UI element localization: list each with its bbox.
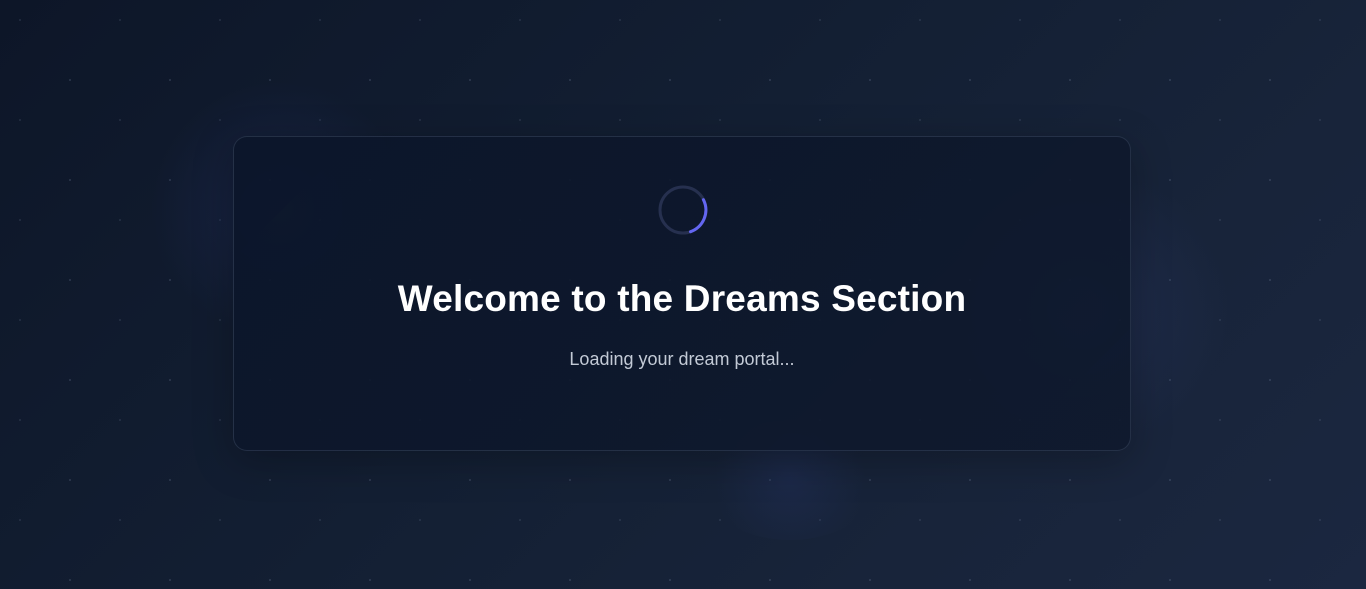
- loading-card: Welcome to the Dreams Section Loading yo…: [233, 136, 1131, 451]
- page-title: Welcome to the Dreams Section: [397, 278, 967, 319]
- loading-status-text: Loading your dream portal...: [569, 349, 795, 369]
- loading-spinner-icon: [657, 184, 709, 236]
